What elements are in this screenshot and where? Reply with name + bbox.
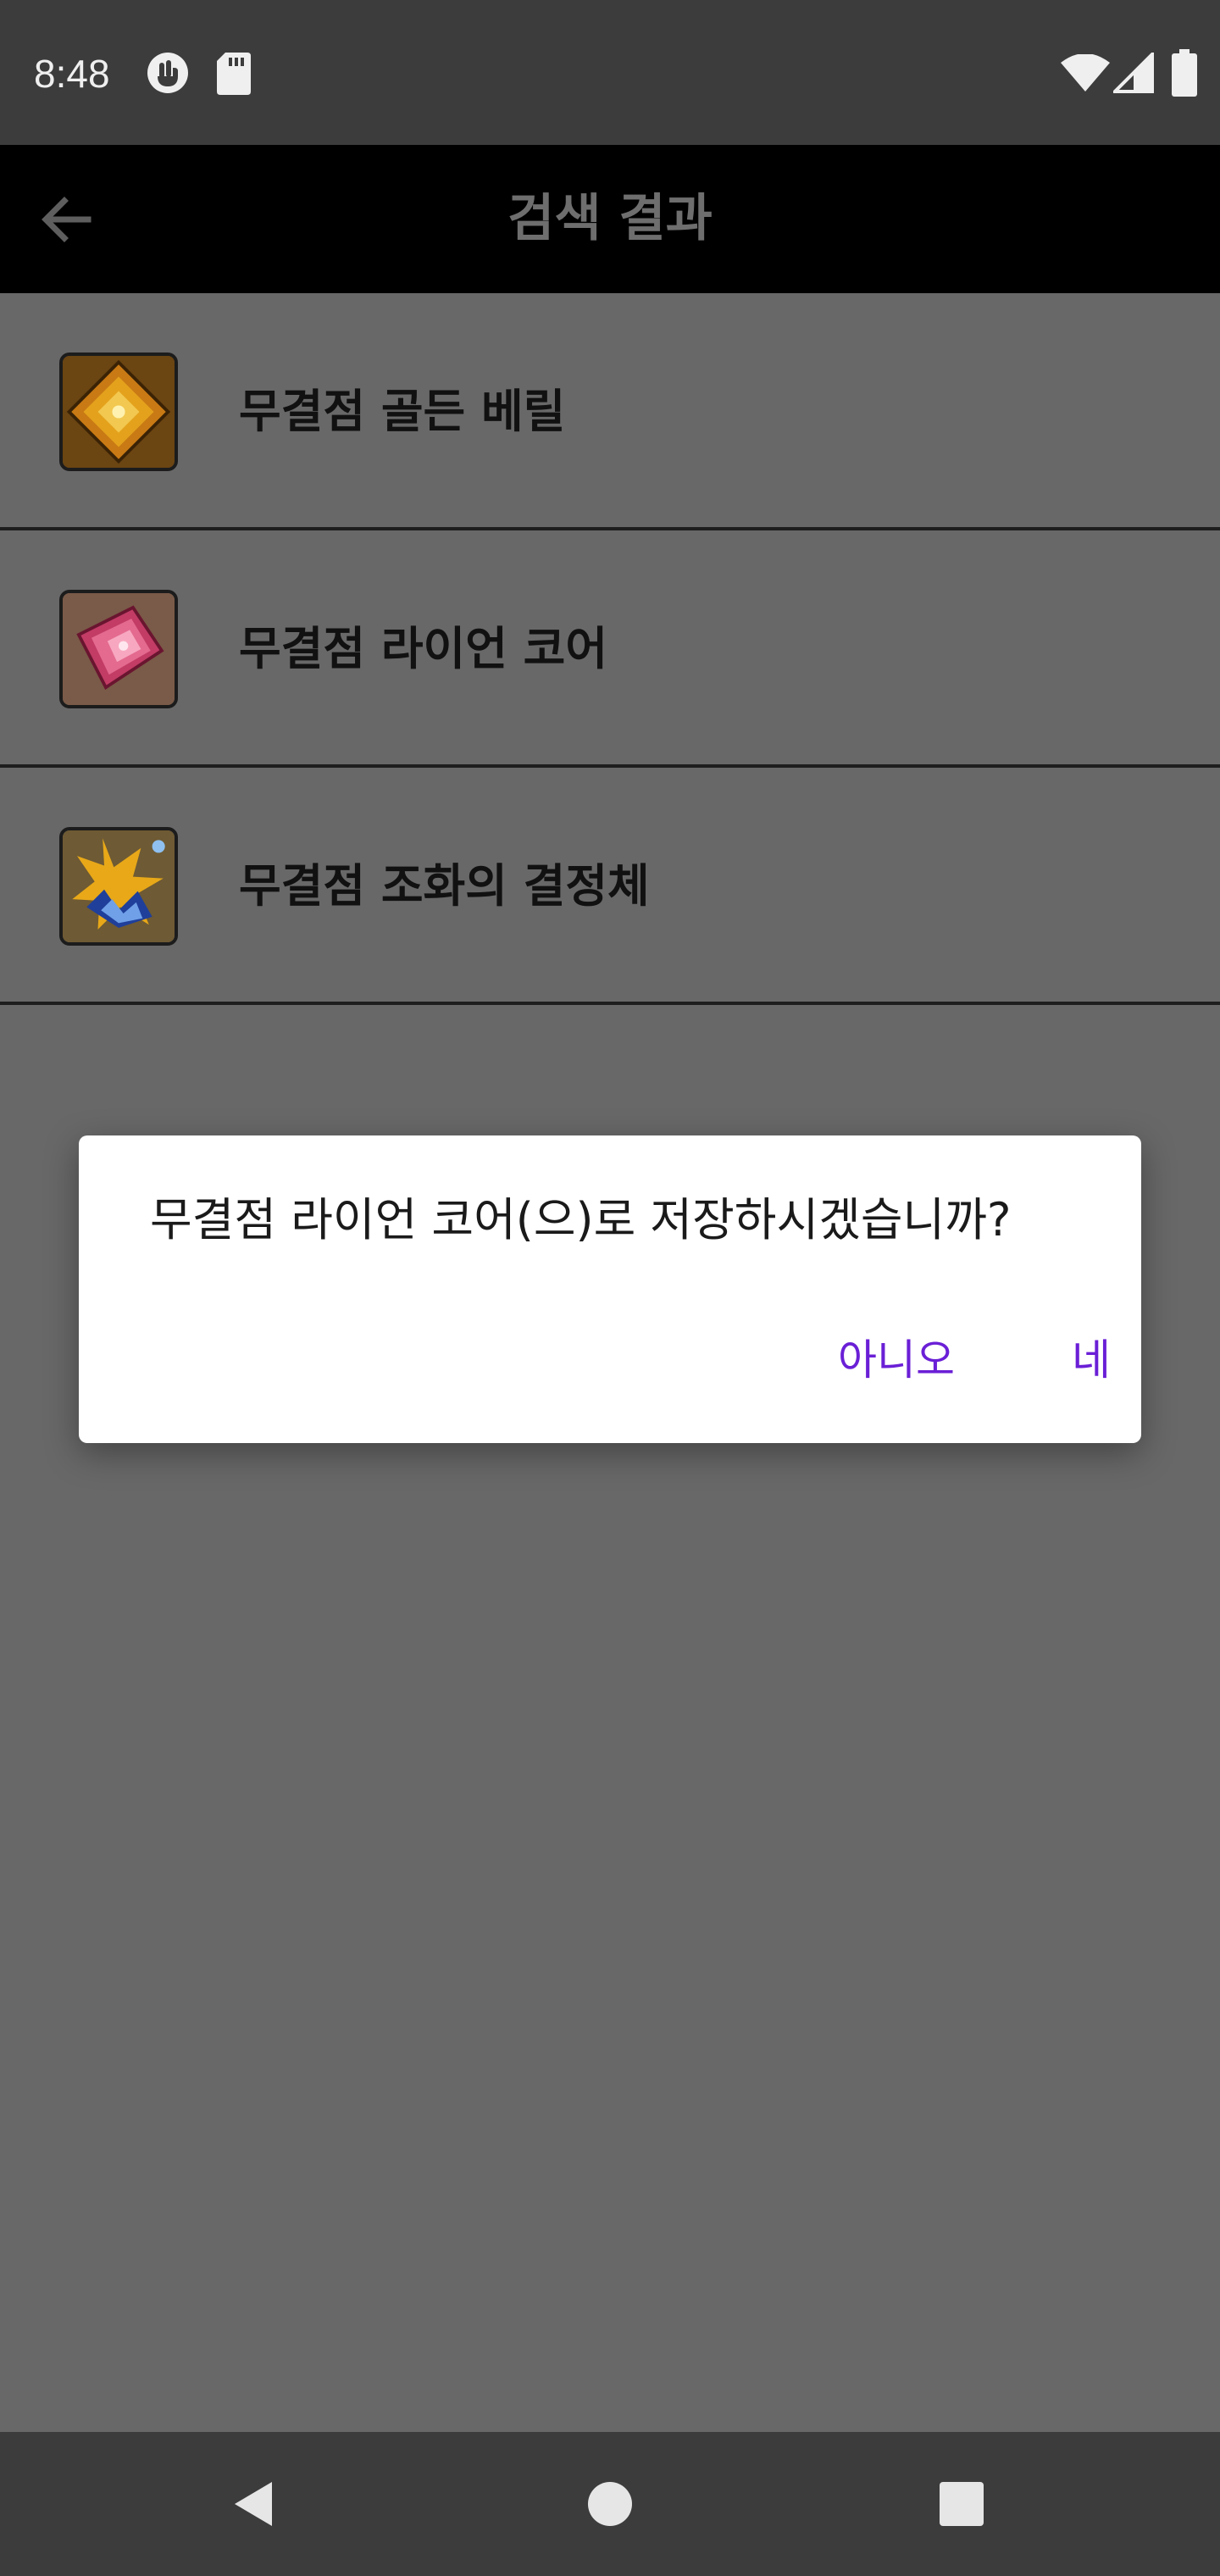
nav-recents-button[interactable] <box>923 2468 1000 2544</box>
confirm-dialog: 무결점 라이언 코어(으)로 저장하시겠습니까? 아니오 네 <box>79 1135 1141 1443</box>
dialog-message: 무결점 라이언 코어(으)로 저장하시겠습니까? <box>150 1193 1012 1246</box>
app-bar: 검색 결과 <box>0 145 1220 293</box>
golden-beryl-icon <box>59 353 178 471</box>
nav-home-button[interactable] <box>572 2468 648 2544</box>
nav-back-button[interactable] <box>217 2468 293 2544</box>
result-list: 무결점 골든 베릴 무결점 라이언 코어 무결점 조화의 결정체 <box>0 293 1220 1005</box>
status-bar: 8:48 <box>0 0 1220 145</box>
list-item[interactable]: 무결점 조화의 결정체 <box>0 768 1220 1005</box>
lion-core-icon <box>59 590 178 708</box>
nav-back-icon <box>230 2479 280 2533</box>
list-item[interactable]: 무결점 골든 베릴 <box>0 293 1220 530</box>
arrow-left-icon <box>39 192 93 250</box>
navigation-bar <box>0 2432 1220 2576</box>
list-item[interactable]: 무결점 라이언 코어 <box>0 530 1220 768</box>
yes-button[interactable]: 네 <box>1045 1322 1138 1398</box>
list-item-label: 무결점 골든 베릴 <box>239 385 566 438</box>
page-title: 검색 결과 <box>507 189 713 248</box>
signal-icon <box>1111 50 1154 93</box>
list-item-label: 무결점 라이언 코어 <box>239 622 608 675</box>
no-button[interactable]: 아니오 <box>807 1322 985 1398</box>
wifi-icon <box>1061 53 1110 92</box>
status-time: 8:48 <box>34 52 110 96</box>
sd-card-icon <box>217 53 251 95</box>
list-item-label: 무결점 조화의 결정체 <box>239 859 650 913</box>
battery-icon <box>1172 49 1197 97</box>
hand-icon <box>146 51 190 95</box>
nav-home-icon <box>585 2479 635 2533</box>
harmony-crystal-icon <box>59 827 178 946</box>
back-button[interactable] <box>25 180 107 262</box>
nav-recents-icon <box>936 2479 987 2533</box>
